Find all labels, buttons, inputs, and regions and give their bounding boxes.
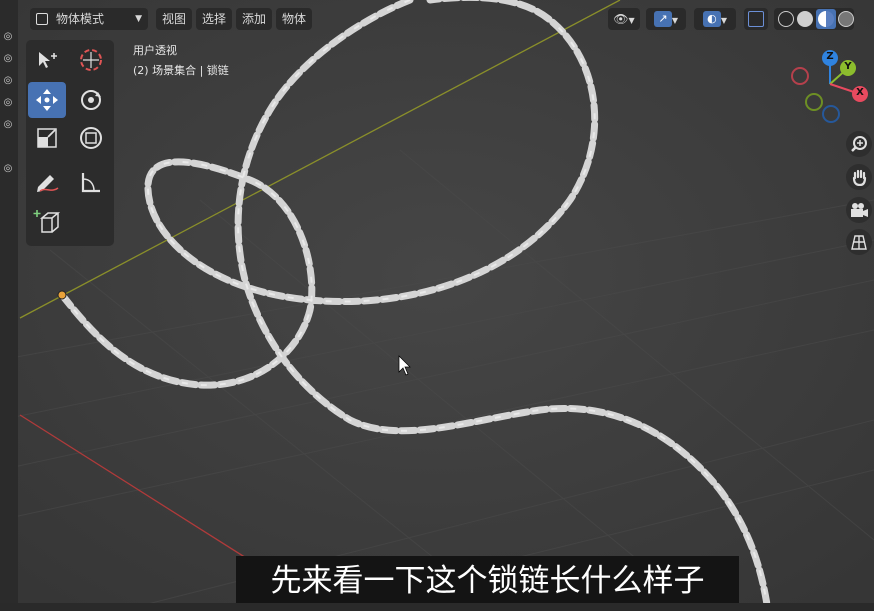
camera-view-button[interactable] xyxy=(846,197,872,223)
viewport-scene xyxy=(0,0,874,611)
shading-modes xyxy=(774,8,854,30)
camera-icon xyxy=(851,203,868,217)
move-tool[interactable] xyxy=(28,82,66,118)
cursor-tool[interactable] xyxy=(72,42,110,78)
gizmo-icon: ↗ xyxy=(653,11,672,27)
add-cube-tool[interactable] xyxy=(28,204,66,240)
select-box-icon xyxy=(39,52,57,68)
mode-dropdown[interactable]: 物体模式 ▼ xyxy=(30,8,148,30)
chevron-down-icon: ▼ xyxy=(135,14,142,24)
move-arrows-icon xyxy=(36,89,58,111)
object-mode-icon xyxy=(36,13,48,25)
menu-view[interactable]: 视图 xyxy=(156,8,192,30)
pencil-icon xyxy=(37,175,59,192)
pan-button[interactable] xyxy=(846,164,872,190)
visibility-dropdown[interactable]: 👁︎▼ xyxy=(608,8,640,30)
solid-shading-icon[interactable] xyxy=(797,11,813,27)
measure-tool[interactable] xyxy=(72,164,110,200)
toolbar xyxy=(26,40,114,246)
eye-icon: 👁︎ xyxy=(613,12,629,26)
grid-perspective-icon xyxy=(851,235,867,250)
menu-add[interactable]: 添加 xyxy=(236,8,272,30)
add-cube-icon xyxy=(33,210,61,233)
rendered-shading-icon[interactable] xyxy=(838,11,854,27)
3d-viewport[interactable]: ◎ ◎ ◎ ◎ ◎ ◎ 物体模式 ▼ 视图 选择 添加 物体 👁︎▼ ↗ ▼ ◐ ▼ xyxy=(0,0,874,611)
magnifier-plus-icon xyxy=(851,136,867,152)
chevron-down-icon: ▼ xyxy=(671,16,679,25)
transform-icon xyxy=(80,127,102,149)
camera-icon[interactable]: ◎ xyxy=(1,52,15,66)
camera-icon[interactable]: ◎ xyxy=(1,74,15,88)
scale-icon xyxy=(37,128,57,148)
scale-tool[interactable] xyxy=(28,120,66,156)
camera-icon[interactable]: ◎ xyxy=(1,162,15,176)
wireframe-shading-icon[interactable] xyxy=(778,11,794,27)
xray-toggle[interactable] xyxy=(744,8,768,30)
select-tool[interactable] xyxy=(28,42,66,78)
status-bar xyxy=(0,603,874,611)
collection-info: (2) 场景集合 | 锁链 xyxy=(133,64,229,77)
rotate-tool[interactable] xyxy=(72,82,110,118)
outliner-strip: ◎ ◎ ◎ ◎ ◎ ◎ xyxy=(0,0,18,611)
annotate-tool[interactable] xyxy=(28,164,66,200)
hand-icon xyxy=(852,169,867,186)
menu-object[interactable]: 物体 xyxy=(276,8,312,30)
view-name: 用户透视 xyxy=(133,44,177,57)
xray-icon xyxy=(748,11,764,27)
mode-label: 物体模式 xyxy=(56,12,105,26)
camera-icon[interactable]: ◎ xyxy=(1,30,15,44)
perspective-toggle-button[interactable] xyxy=(846,229,872,255)
zoom-button[interactable] xyxy=(846,131,872,157)
viewport-header: 物体模式 ▼ 视图 选择 添加 物体 👁︎▼ ↗ ▼ ◐ ▼ xyxy=(18,4,874,30)
rotate-icon xyxy=(81,90,101,110)
chevron-down-icon: ▼ xyxy=(720,16,728,25)
camera-icon[interactable]: ◎ xyxy=(1,96,15,110)
transform-tool[interactable] xyxy=(72,120,110,156)
gizmo-y-label: Y xyxy=(844,61,852,72)
camera-icon[interactable]: ◎ xyxy=(1,118,15,132)
overlay-icon: ◐ xyxy=(702,11,721,27)
object-origin xyxy=(57,290,67,300)
gizmo-toggle[interactable]: ↗ ▼ xyxy=(646,8,686,30)
gizmo-z-label: Z xyxy=(826,51,834,62)
overlay-toggle[interactable]: ◐ ▼ xyxy=(694,8,736,30)
material-shading-icon[interactable] xyxy=(816,9,836,29)
video-subtitle: 先来看一下这个锁链长什么样子 xyxy=(236,556,739,606)
3d-cursor-icon xyxy=(80,49,102,71)
menu-select[interactable]: 选择 xyxy=(196,8,232,30)
chevron-down-icon: ▼ xyxy=(628,16,635,25)
ruler-icon xyxy=(81,173,100,193)
gizmo-x-label: X xyxy=(856,87,864,98)
